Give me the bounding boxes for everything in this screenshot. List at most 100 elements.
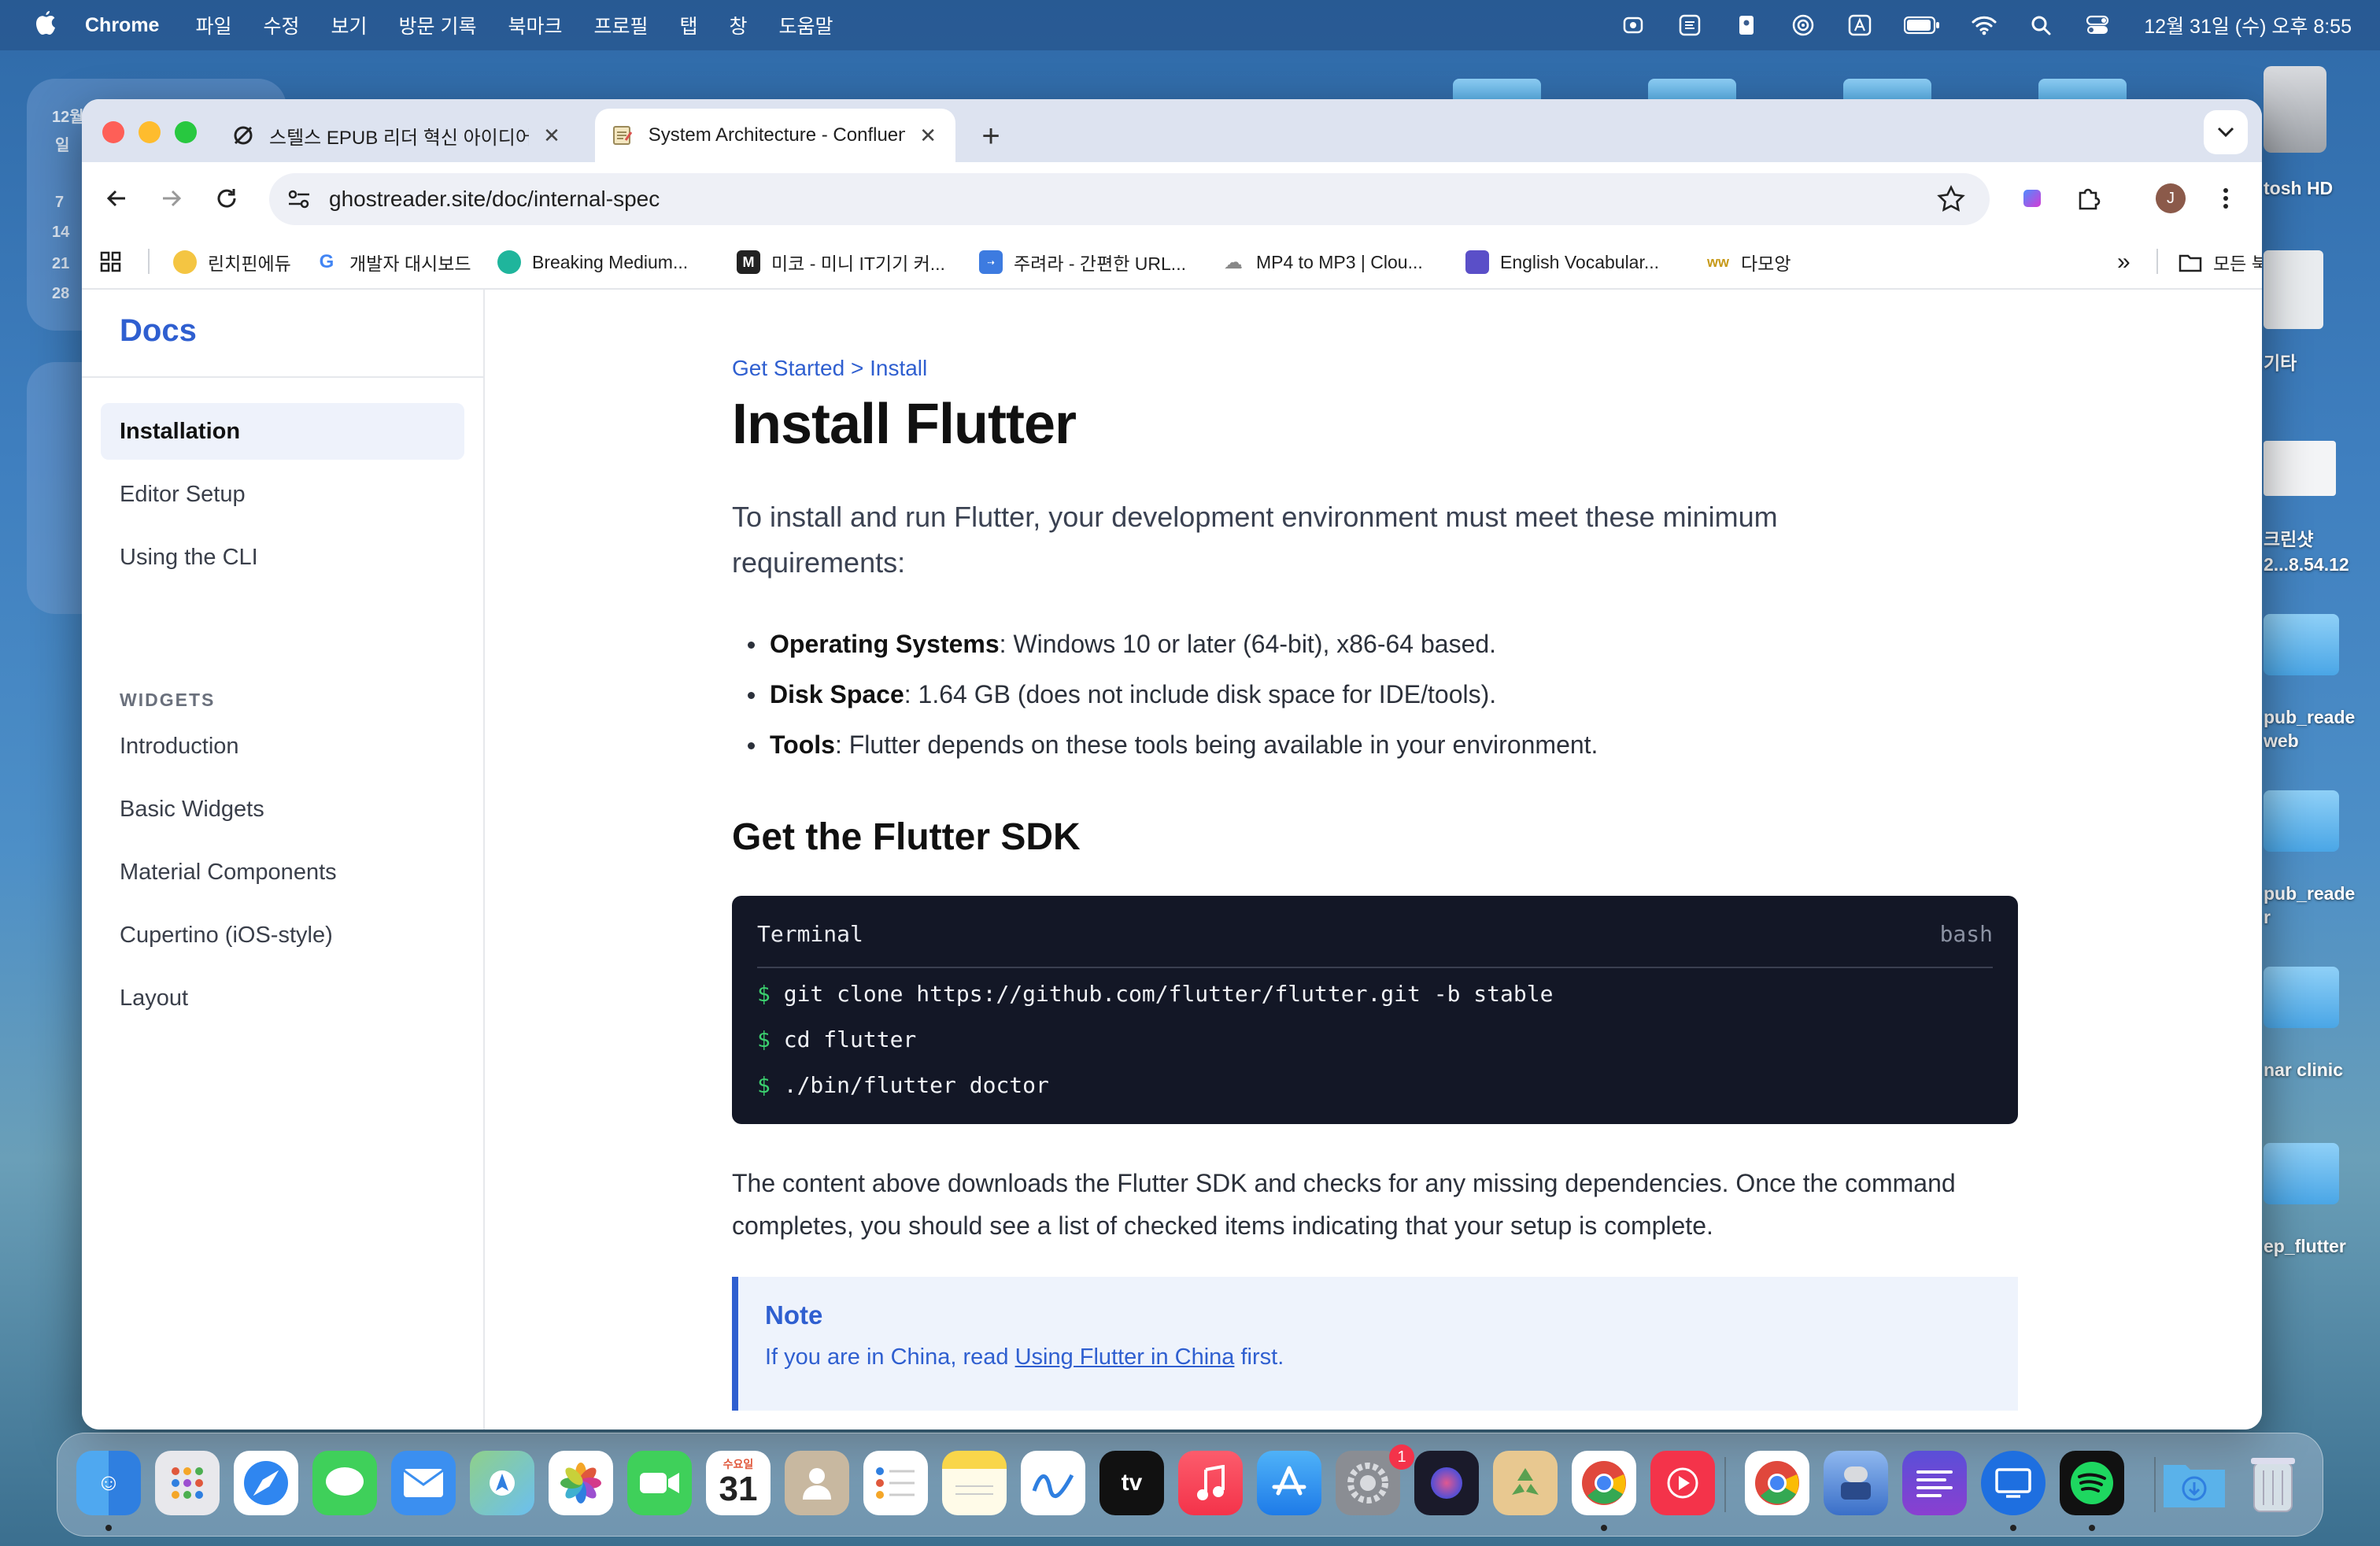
- bookmark-miko[interactable]: M 미코 - 미니 IT기기 커...: [737, 249, 945, 276]
- desktop-folder[interactable]: [1453, 79, 1541, 101]
- forward-arrow-icon[interactable]: [150, 176, 194, 220]
- youtube-music-icon[interactable]: [1650, 1451, 1715, 1515]
- menu-clock[interactable]: 12월 31일 (수) 오후 8:55: [2144, 11, 2352, 39]
- tab-close-icon[interactable]: ✕: [916, 124, 940, 148]
- menu-app-name[interactable]: Chrome: [85, 14, 159, 37]
- bookmark-linchpin[interactable]: 린치핀에듀: [173, 249, 291, 276]
- sidebar-item-installation[interactable]: Installation: [101, 403, 464, 460]
- airdrop-icon[interactable]: [1790, 13, 1816, 37]
- safari-icon[interactable]: [234, 1451, 298, 1515]
- launchpad-icon[interactable]: [155, 1451, 220, 1515]
- linear-icon[interactable]: [1902, 1451, 1967, 1515]
- apple-tv-icon[interactable]: tv: [1099, 1451, 1164, 1515]
- menu-window[interactable]: 창: [730, 11, 748, 39]
- profile-avatar[interactable]: J: [2149, 176, 2193, 220]
- chrome-icon[interactable]: [1572, 1451, 1636, 1515]
- menu-bookmarks[interactable]: 북마크: [508, 11, 562, 39]
- apple-icon[interactable]: [30, 9, 61, 41]
- menu-view[interactable]: 보기: [331, 11, 368, 39]
- reminders-icon[interactable]: [863, 1451, 928, 1515]
- extension-gradient-icon[interactable]: [2010, 176, 2054, 220]
- window-minimize-button[interactable]: [139, 121, 161, 143]
- chrome-menu-icon[interactable]: [2204, 176, 2248, 220]
- bookmark-url-shortener[interactable]: ⇢ 주려라 - 간편한 URL...: [979, 249, 1186, 276]
- arc-browser-icon[interactable]: [1414, 1451, 1479, 1515]
- badge-icon[interactable]: [1733, 13, 1760, 37]
- docs-brand[interactable]: Docs: [120, 313, 197, 349]
- back-arrow-icon[interactable]: [94, 176, 139, 220]
- messages-icon[interactable]: [312, 1451, 377, 1515]
- desktop-folder[interactable]: [1843, 79, 1931, 101]
- desktop-screenshot[interactable]: 크린샷 2...8.54.12: [2248, 441, 2380, 583]
- menu-tab[interactable]: 탭: [680, 11, 698, 39]
- sidebar-item-material-components[interactable]: Material Components: [101, 844, 464, 901]
- desktop-folder-clinic[interactable]: nar clinic: [2248, 967, 2380, 1085]
- menu-file[interactable]: 파일: [195, 11, 231, 39]
- sidebar-item-introduction[interactable]: Introduction: [101, 718, 464, 775]
- recycle-app-icon[interactable]: [1493, 1451, 1558, 1515]
- bookmark-dev-dashboard[interactable]: G 개발자 대시보드: [315, 249, 471, 276]
- desktop-folder-flutter[interactable]: ep_flutter: [2248, 1143, 2380, 1261]
- sidebar-item-layout[interactable]: Layout: [101, 970, 464, 1026]
- sidebar-item-editor-setup[interactable]: Editor Setup: [101, 466, 464, 523]
- app-store-icon[interactable]: [1257, 1451, 1321, 1515]
- desktop-folder[interactable]: [1648, 79, 1736, 101]
- photos-icon[interactable]: [549, 1451, 613, 1515]
- apps-grid-icon[interactable]: [99, 249, 123, 276]
- menu-history[interactable]: 방문 기록: [399, 11, 477, 39]
- automator-icon[interactable]: [1824, 1451, 1888, 1515]
- finder-icon[interactable]: ☺: [76, 1451, 141, 1515]
- input-source-icon[interactable]: [1846, 13, 1873, 37]
- bookmark-damoang[interactable]: ww 다모앙: [1706, 249, 1791, 276]
- control-center-icon[interactable]: [2084, 13, 2111, 37]
- mail-icon[interactable]: [391, 1451, 456, 1515]
- remote-desktop-icon[interactable]: [1981, 1451, 2046, 1515]
- screen-record-icon[interactable]: [1620, 13, 1646, 37]
- menu-profiles[interactable]: 프로필: [593, 11, 648, 39]
- desktop-drive[interactable]: tosh HD: [2248, 66, 2380, 208]
- sidebar-item-using-the-cli[interactable]: Using the CLI: [101, 529, 464, 586]
- desktop-folder-epub-reader[interactable]: pub_reade r: [2248, 790, 2380, 932]
- spotlight-search-icon[interactable]: [2027, 13, 2054, 37]
- wifi-icon[interactable]: [1971, 13, 1998, 37]
- tab-search-chevron-icon[interactable]: [2204, 110, 2248, 154]
- terminal-code-block[interactable]: Terminal bash $ git clone https://github…: [732, 896, 2018, 1124]
- bookmark-mp4-to-mp3[interactable]: ☁ MP4 to MP3 | Clou...: [1221, 249, 1423, 276]
- calendar-icon[interactable]: 수요일 31: [706, 1451, 771, 1515]
- sidebar-item-basic-widgets[interactable]: Basic Widgets: [101, 781, 464, 838]
- bookmark-english-vocabulary[interactable]: English Vocabular...: [1465, 249, 1659, 276]
- maps-icon[interactable]: [470, 1451, 534, 1515]
- tab-close-icon[interactable]: ✕: [540, 124, 564, 148]
- bookmarks-overflow-chevron-icon[interactable]: »: [2117, 249, 2131, 276]
- bookmark-breaking-medium[interactable]: Breaking Medium...: [497, 249, 688, 276]
- desktop-zip[interactable]: 기타: [2248, 250, 2380, 384]
- downloads-folder-icon[interactable]: [2162, 1451, 2227, 1515]
- freeform-icon[interactable]: [1021, 1451, 1085, 1515]
- music-icon[interactable]: [1178, 1451, 1243, 1515]
- breadcrumb[interactable]: Get Started > Install: [732, 356, 927, 381]
- tab-system-architecture[interactable]: System Architecture - Confluence ✕: [595, 109, 955, 162]
- site-info-icon[interactable]: [283, 183, 315, 215]
- desktop-folder[interactable]: [2038, 79, 2127, 101]
- bookmark-star-icon[interactable]: [1936, 184, 1966, 214]
- reload-icon[interactable]: [205, 176, 249, 220]
- input-tool-icon[interactable]: [1676, 13, 1703, 37]
- url-text[interactable]: ghostreader.site/doc/internal-spec: [329, 187, 660, 212]
- facetime-icon[interactable]: [627, 1451, 692, 1515]
- menu-edit[interactable]: 수정: [263, 11, 299, 39]
- notes-icon[interactable]: [942, 1451, 1007, 1515]
- all-bookmarks-button[interactable]: 모든 북마크: [2179, 249, 2262, 276]
- trash-icon[interactable]: [2241, 1451, 2305, 1515]
- china-link[interactable]: Using Flutter in China: [1015, 1344, 1235, 1370]
- window-zoom-button[interactable]: [175, 121, 197, 143]
- new-tab-button[interactable]: +: [971, 117, 1011, 156]
- spotify-icon[interactable]: [2060, 1451, 2124, 1515]
- desktop-folder-epub-web[interactable]: pub_reade web: [2248, 614, 2380, 756]
- menu-help[interactable]: 도움말: [779, 11, 833, 39]
- window-close-button[interactable]: [102, 121, 124, 143]
- battery-icon[interactable]: [1903, 13, 1941, 37]
- chrome-icon[interactable]: [1745, 1451, 1809, 1515]
- extensions-puzzle-icon[interactable]: [2067, 176, 2111, 220]
- address-bar[interactable]: ghostreader.site/doc/internal-spec: [269, 173, 1990, 225]
- contacts-icon[interactable]: [785, 1451, 849, 1515]
